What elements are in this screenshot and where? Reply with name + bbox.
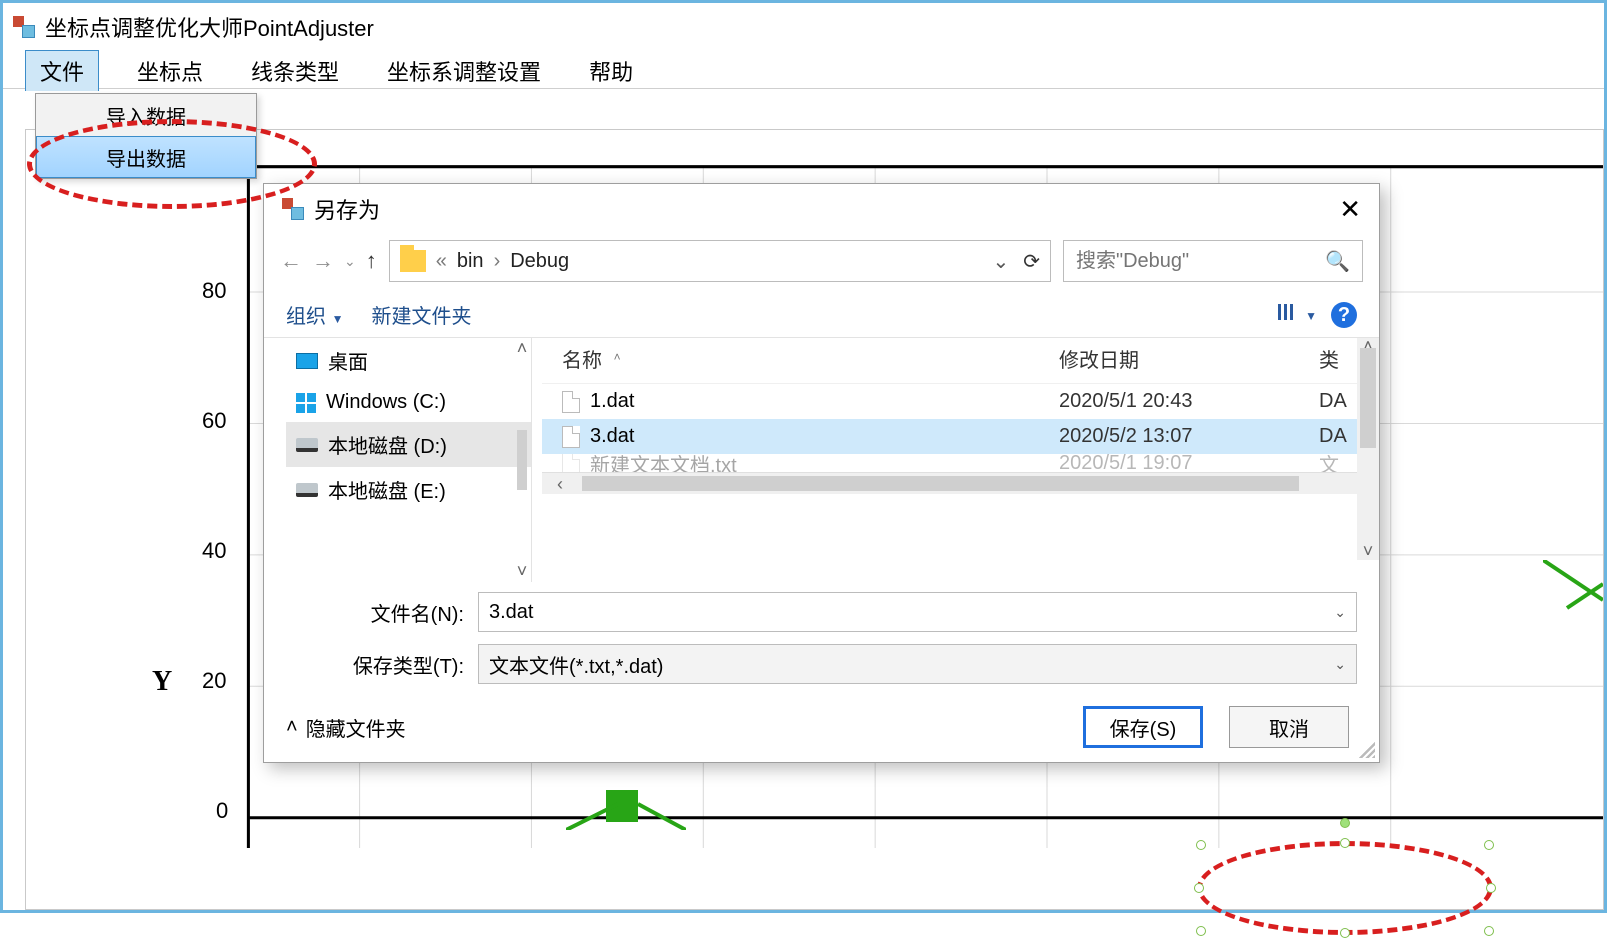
savetype-value: 文本文件(*.txt,*.dat) [489, 650, 663, 679]
menu-file[interactable]: 文件 [25, 50, 99, 91]
chevron-up-icon: ˄ [286, 716, 298, 739]
nav-recent-icon[interactable]: ⌄ [344, 253, 356, 270]
refresh-icon[interactable]: ⟳ [1023, 249, 1040, 274]
cancel-button[interactable]: 取消 [1229, 706, 1349, 748]
dialog-title: 另存为 [314, 193, 380, 225]
breadcrumb-debug[interactable]: Debug [510, 250, 569, 273]
file-icon [562, 391, 580, 413]
nav-up-icon[interactable]: ↑ [366, 248, 377, 274]
hide-folders-toggle[interactable]: ˄ 隐藏文件夹 [286, 713, 406, 742]
savetype-combo[interactable]: 文本文件(*.txt,*.dat) ⌄ [478, 644, 1357, 684]
filename-value: 3.dat [489, 601, 533, 624]
nav-ddrive-label: 本地磁盘 (D:) [328, 430, 447, 459]
savetype-dropdown-icon[interactable]: ⌄ [1334, 656, 1346, 673]
nav-scrollbar[interactable]: ˄ ˅ [511, 338, 533, 582]
file-icon [562, 454, 580, 472]
file-name: 新建文本文档.txt [590, 454, 737, 472]
menu-line-type[interactable]: 线条类型 [241, 51, 349, 91]
title-bar: 坐标点调整优化大师PointAdjuster [3, 3, 1604, 47]
file-row[interactable]: 3.dat 2020/5/2 13:07 DA [542, 419, 1379, 454]
ytick-0: 0 [216, 798, 228, 824]
menu-import-data[interactable]: 导入数据 [36, 94, 256, 136]
menu-coord-settings[interactable]: 坐标系调整设置 [377, 51, 551, 91]
windows-icon [296, 393, 316, 413]
save-as-dialog: 另存为 ✕ ← → ⌄ ↑ « bin › Debug ⌄ ⟳ 🔍 组织 ▼ [263, 183, 1380, 763]
scroll-up-icon[interactable]: ˄ [517, 338, 528, 359]
savetype-label: 保存类型(T): [344, 650, 464, 679]
drive-icon [296, 483, 318, 497]
new-folder-button[interactable]: 新建文件夹 [371, 300, 471, 329]
nav-edrive-label: 本地磁盘 (E:) [328, 475, 446, 504]
filename-history-icon[interactable]: ⌄ [1334, 604, 1346, 621]
filename-input[interactable]: 3.dat ⌄ [478, 592, 1357, 632]
scroll-down-icon[interactable]: ˅ [517, 561, 528, 582]
data-segment-right [1543, 560, 1603, 630]
menu-export-data[interactable]: 导出数据 [36, 136, 256, 178]
menu-points[interactable]: 坐标点 [127, 51, 213, 91]
nav-c-drive[interactable]: Windows (C:) [286, 383, 531, 422]
menu-help[interactable]: 帮助 [579, 51, 643, 91]
breadcrumb-expand-icon[interactable]: ⌄ [992, 249, 1009, 274]
file-date: 2020/5/2 13:07 [1059, 425, 1319, 448]
menu-bar: 文件 坐标点 线条类型 坐标系调整设置 帮助 [3, 47, 1604, 89]
file-hscrollbar[interactable]: ‹ › [542, 472, 1379, 494]
nav-back-icon[interactable]: ← [280, 248, 302, 274]
vscroll-thumb[interactable] [1360, 348, 1376, 448]
ytick-40: 40 [202, 538, 226, 564]
save-button[interactable]: 保存(S) [1083, 706, 1203, 748]
search-box[interactable]: 🔍 [1063, 240, 1363, 282]
hide-folders-label: 隐藏文件夹 [306, 713, 406, 742]
file-icon [562, 426, 580, 448]
file-date: 2020/5/1 19:07 [1059, 454, 1319, 472]
sort-indicator-icon: ˄ [614, 350, 621, 364]
nav-desktop[interactable]: 桌面 [286, 338, 531, 383]
nav-pane: 桌面 Windows (C:) 本地磁盘 (D:) 本地磁盘 (E:) ˄ ˅ [286, 338, 532, 582]
col-name[interactable]: 名称 [562, 350, 602, 372]
breadcrumb-bin[interactable]: bin [457, 250, 484, 273]
dialog-icon [282, 198, 304, 220]
view-mode-button[interactable]: ▼ [1278, 303, 1317, 326]
y-axis-label: Y [152, 666, 172, 698]
ytick-20: 20 [202, 668, 226, 694]
hscroll-left-icon[interactable]: ‹ [548, 473, 572, 494]
vscroll-down-icon[interactable]: ˅ [1357, 541, 1379, 562]
close-button[interactable]: ✕ [1339, 194, 1361, 225]
col-date[interactable]: 修改日期 [1059, 344, 1319, 373]
organize-button[interactable]: 组织 ▼ [286, 300, 343, 329]
data-segment [566, 770, 686, 830]
app-icon [13, 16, 35, 38]
resize-grip[interactable] [1359, 742, 1375, 758]
ytick-60: 60 [202, 408, 226, 434]
breadcrumb[interactable]: « bin › Debug ⌄ ⟳ [389, 240, 1051, 282]
scroll-thumb[interactable] [517, 430, 527, 490]
file-date: 2020/5/1 20:43 [1059, 390, 1319, 413]
file-dropdown: 导入数据 导出数据 [35, 93, 257, 179]
nav-e-drive[interactable]: 本地磁盘 (E:) [286, 467, 531, 512]
filename-label: 文件名(N): [344, 598, 464, 627]
ytick-80: 80 [202, 278, 226, 304]
drive-icon [296, 438, 318, 452]
folder-icon [400, 250, 426, 272]
app-title: 坐标点调整优化大师PointAdjuster [45, 11, 374, 43]
search-input[interactable] [1076, 241, 1325, 281]
nav-cdrive-label: Windows (C:) [326, 391, 446, 414]
breadcrumb-sep: › [494, 250, 501, 273]
file-list-pane: 名称 ˄ 修改日期 类 1.dat 2020/5/1 20:43 DA 3.da… [532, 338, 1379, 582]
nav-d-drive[interactable]: 本地磁盘 (D:) [286, 422, 531, 467]
help-icon[interactable]: ? [1331, 302, 1357, 328]
file-name: 3.dat [590, 425, 634, 448]
column-headers[interactable]: 名称 ˄ 修改日期 类 [542, 338, 1379, 384]
breadcrumb-prefix: « [436, 250, 447, 273]
file-name: 1.dat [590, 390, 634, 413]
nav-forward-icon[interactable]: → [312, 248, 334, 274]
file-row[interactable]: 新建文本文档.txt 2020/5/1 19:07 文 [542, 454, 1379, 472]
search-icon[interactable]: 🔍 [1325, 249, 1350, 274]
file-row[interactable]: 1.dat 2020/5/1 20:43 DA [542, 384, 1379, 419]
desktop-icon [296, 353, 318, 369]
file-vscrollbar[interactable]: ˄ ˅ [1357, 338, 1379, 560]
nav-desktop-label: 桌面 [328, 346, 368, 375]
